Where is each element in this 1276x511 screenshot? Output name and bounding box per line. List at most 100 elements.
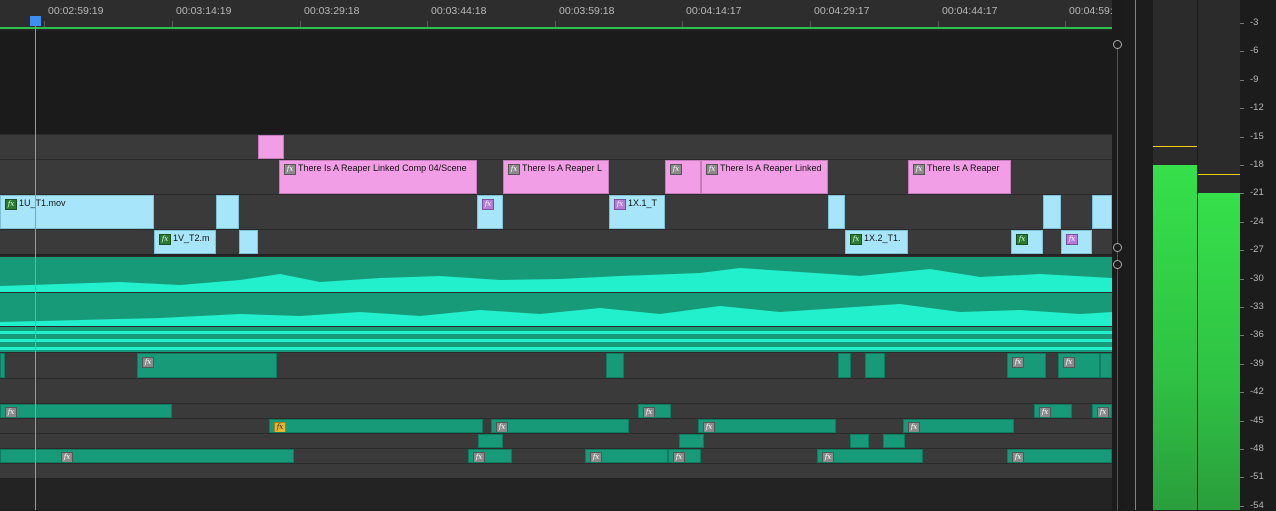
audio-clip[interactable]: fx bbox=[817, 449, 923, 463]
vertical-scrollbar[interactable] bbox=[1112, 0, 1123, 510]
video-clip[interactable]: fx 1X.2_T1. bbox=[845, 230, 908, 254]
fx-badge-icon: fx bbox=[643, 407, 655, 417]
audio-track-a7[interactable]: fx fx fx fx bbox=[0, 418, 1112, 433]
audio-clip[interactable]: fx bbox=[698, 419, 836, 433]
meter-scale-tick bbox=[1240, 363, 1244, 365]
fx-badge-icon: fx bbox=[614, 199, 626, 210]
clip-name: There Is A Reaper L bbox=[522, 163, 603, 173]
audio-clip[interactable]: fx bbox=[0, 449, 294, 463]
scroll-handle-icon[interactable] bbox=[1113, 260, 1122, 269]
panel-divider bbox=[1135, 0, 1136, 510]
scroll-handle-icon[interactable] bbox=[1113, 243, 1122, 252]
audio-clip[interactable]: fx bbox=[0, 404, 172, 418]
audio-clip[interactable] bbox=[606, 353, 624, 378]
video-clip[interactable]: fx There Is A Reaper bbox=[908, 160, 1011, 194]
video-track-v2[interactable]: fx 1U_T1.mov fx fx 1X.1_T bbox=[0, 194, 1112, 229]
audio-clip[interactable]: fx bbox=[137, 353, 277, 378]
video-clip[interactable]: fx 1V_T2.m bbox=[154, 230, 216, 254]
audio-track-a4[interactable]: fx fx fx bbox=[0, 352, 1112, 378]
audio-track-a10[interactable] bbox=[0, 463, 1112, 478]
fx-badge-icon: fx bbox=[1097, 407, 1109, 417]
playhead-handle[interactable] bbox=[30, 16, 41, 26]
audio-clip[interactable]: fx bbox=[585, 449, 668, 463]
audio-clip[interactable]: fx bbox=[1058, 353, 1100, 378]
audio-clip[interactable] bbox=[838, 353, 851, 378]
audio-clip[interactable]: fx bbox=[1007, 353, 1046, 378]
meter-scale-label: -51 bbox=[1250, 471, 1264, 483]
audio-clip[interactable]: fx bbox=[1007, 449, 1112, 463]
audio-clip[interactable]: fx bbox=[668, 449, 701, 463]
fx-badge-icon: fx bbox=[1012, 357, 1024, 368]
fx-badge-icon: fx bbox=[284, 164, 296, 175]
audio-clip[interactable] bbox=[679, 434, 704, 448]
audio-track-a5[interactable] bbox=[0, 378, 1112, 403]
video-clip[interactable]: fx There Is A Reaper Linked Comp 04/Scene bbox=[279, 160, 477, 194]
meter-scale-tick bbox=[1240, 165, 1244, 166]
audio-waveform bbox=[0, 268, 1112, 292]
audio-clip[interactable] bbox=[0, 353, 5, 378]
video-clip[interactable] bbox=[239, 230, 258, 254]
fx-badge-icon: fx bbox=[1039, 407, 1051, 417]
video-clip[interactable] bbox=[1043, 195, 1061, 229]
meter-scale-tick bbox=[1240, 392, 1244, 394]
timeline-panel[interactable]: 00:02:59:19 00:03:14:19 00:03:29:18 00:0… bbox=[0, 0, 1112, 510]
meter-scale-tick bbox=[1240, 23, 1244, 24]
video-clip[interactable]: fx bbox=[1011, 230, 1043, 254]
meter-scale-label: -15 bbox=[1250, 130, 1264, 142]
audio-clip[interactable]: fx bbox=[638, 404, 671, 418]
audio-track-a9[interactable]: fx fx fx fx fx fx bbox=[0, 448, 1112, 463]
audio-track-a8[interactable] bbox=[0, 433, 1112, 448]
audio-track-a3[interactable] bbox=[0, 326, 1112, 352]
ruler-tick bbox=[44, 21, 45, 27]
audio-track-a2[interactable] bbox=[0, 292, 1112, 326]
fx-badge-icon: fx bbox=[822, 452, 834, 462]
empty-track-area bbox=[0, 31, 1112, 134]
video-clip[interactable] bbox=[828, 195, 845, 229]
video-track-v1[interactable]: fx 1V_T2.m fx 1X.2_T1. fx fx bbox=[0, 229, 1112, 254]
fx-badge-icon: fx bbox=[1066, 234, 1078, 245]
audio-clip[interactable]: fx bbox=[1034, 404, 1072, 418]
ruler-timecode: 00:04:14:17 bbox=[686, 5, 742, 17]
audio-track-a6[interactable]: fx fx fx fx bbox=[0, 403, 1112, 418]
audio-clip[interactable] bbox=[883, 434, 905, 448]
meter-scale-tick bbox=[1240, 449, 1244, 450]
fx-badge-icon: fx bbox=[1063, 357, 1075, 368]
video-track-v4[interactable] bbox=[0, 134, 1112, 159]
fx-badge-icon: fx bbox=[703, 422, 715, 432]
ruler-tick bbox=[682, 21, 683, 27]
audio-track-a1[interactable] bbox=[0, 256, 1112, 292]
audio-clip[interactable]: fx bbox=[903, 419, 1014, 433]
ruler-timecode: 00:03:44:18 bbox=[431, 5, 487, 17]
video-clip[interactable]: fx There Is A Reaper Linked bbox=[701, 160, 828, 194]
audio-clip[interactable] bbox=[850, 434, 869, 448]
video-clip[interactable] bbox=[1092, 195, 1112, 229]
fx-badge-icon: fx bbox=[706, 164, 718, 175]
video-clip[interactable]: fx 1X.1_T bbox=[609, 195, 665, 229]
video-clip[interactable]: fx There Is A Reaper L bbox=[503, 160, 609, 194]
fx-badge-icon: fx bbox=[482, 199, 494, 210]
audio-clip[interactable] bbox=[478, 434, 503, 448]
time-ruler[interactable]: 00:02:59:19 00:03:14:19 00:03:29:18 00:0… bbox=[0, 0, 1112, 29]
video-clip[interactable]: fx bbox=[665, 160, 701, 194]
audio-clip[interactable]: fx bbox=[1092, 404, 1112, 418]
audio-clip[interactable] bbox=[865, 353, 885, 378]
scroll-handle-icon[interactable] bbox=[1113, 40, 1122, 49]
video-clip[interactable]: fx 1U_T1.mov bbox=[0, 195, 154, 229]
video-clip[interactable] bbox=[216, 195, 239, 229]
clip-name: There Is A Reaper bbox=[927, 163, 1000, 173]
playhead-line[interactable] bbox=[35, 16, 36, 510]
video-clip[interactable] bbox=[258, 135, 284, 159]
audio-clip[interactable]: fx bbox=[468, 449, 512, 463]
meter-scale-tick bbox=[1240, 193, 1244, 195]
video-track-v3[interactable]: fx There Is A Reaper Linked Comp 04/Scene… bbox=[0, 159, 1112, 194]
meter-scale-label: -45 bbox=[1250, 414, 1264, 426]
audio-clip[interactable] bbox=[1100, 353, 1112, 378]
video-clip[interactable]: fx bbox=[1061, 230, 1092, 254]
video-clip[interactable]: fx bbox=[477, 195, 503, 229]
meter-level-right bbox=[1198, 193, 1240, 510]
meter-level-left bbox=[1153, 165, 1197, 510]
clip-name: 1X.1_T bbox=[628, 198, 658, 208]
audio-clip[interactable]: fx bbox=[491, 419, 629, 433]
audio-clip[interactable]: fx bbox=[269, 419, 483, 433]
meter-scale-label: -21 bbox=[1250, 187, 1264, 199]
